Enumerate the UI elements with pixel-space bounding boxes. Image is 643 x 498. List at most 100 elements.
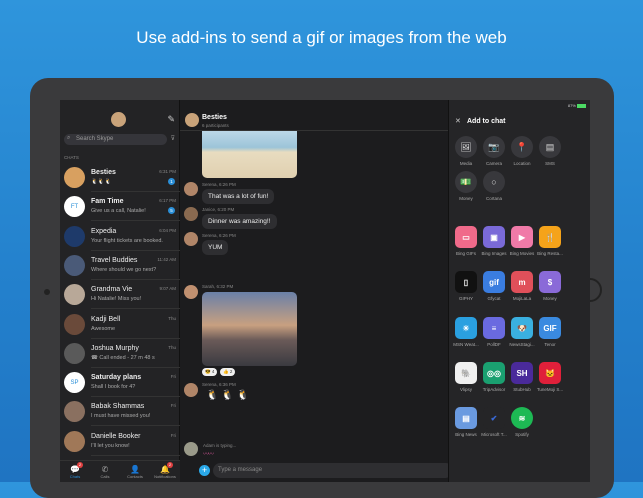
- chat-preview: Hi Natalie! Miss you!: [91, 296, 142, 303]
- message-meta: Serena, 6:26 PM: [202, 233, 236, 238]
- app-logo-icon: ☀: [462, 323, 470, 333]
- action-media[interactable]: 🖼: [455, 136, 477, 158]
- chat-list-item[interactable]: Travel Buddies Where should we go next? …: [60, 251, 180, 280]
- profile-avatar[interactable]: [111, 112, 126, 127]
- app-label: Bing Resta...: [537, 251, 563, 256]
- chat-list-item[interactable]: Grandma Vie Hi Natalie! Miss you! 9:07 A…: [60, 280, 180, 310]
- chat-list-item[interactable]: SP Saturday plans Shall I book for 4? Fr…: [60, 368, 180, 398]
- app-label: Microsoft T...: [481, 432, 507, 437]
- chat-avatar: [64, 225, 85, 247]
- conversation: Besties 6 participants Serena, 6:26 PM T…: [180, 100, 453, 482]
- tab-chats[interactable]: 💬 Chats 2: [60, 461, 90, 482]
- typing-indicator: Adam is typing...: [203, 443, 237, 448]
- app-8[interactable]: ☀: [455, 317, 477, 339]
- chat-avatar: [64, 401, 85, 423]
- app-5[interactable]: gif: [483, 271, 505, 293]
- chat-list-item[interactable]: Kadji Bell Awesome Thu: [60, 310, 180, 339]
- action-cortana[interactable]: ○: [483, 171, 505, 193]
- tab-badge: 2: [167, 462, 173, 468]
- app-12[interactable]: 🐘: [455, 362, 477, 384]
- chat-list-item[interactable]: FT Fam Time Give us a call, Natalie! 6:1…: [60, 192, 180, 222]
- janice-avatar: [184, 207, 198, 221]
- chat-name: Besties: [91, 169, 116, 176]
- reaction-chip[interactable]: 😎 4: [202, 368, 218, 376]
- chat-name: Fam Time: [91, 198, 124, 206]
- reaction-chip[interactable]: 👍 2: [220, 368, 236, 376]
- city-sunset-photo[interactable]: [202, 292, 297, 366]
- message-bubble[interactable]: That was a lot of fun!: [202, 189, 275, 204]
- app-logo-icon: ≋: [518, 413, 526, 423]
- app-logo-icon: ▤: [462, 413, 470, 423]
- app-17[interactable]: ✔: [483, 407, 505, 429]
- app-9[interactable]: ≡: [483, 317, 505, 339]
- app-2[interactable]: ▶: [511, 226, 533, 248]
- app-4[interactable]: ▯: [455, 271, 477, 293]
- app-16[interactable]: ▤: [455, 407, 477, 429]
- message-bubble[interactable]: YUM: [202, 240, 229, 255]
- chat-list-item[interactable]: Expedia Your flight tickets are booked. …: [60, 222, 180, 251]
- action-camera[interactable]: 📷: [483, 136, 505, 158]
- chat-time: 11:42 AM: [157, 256, 176, 262]
- chat-time: 6:31 PM: [159, 169, 176, 174]
- search-input[interactable]: Search Skype: [64, 134, 167, 145]
- app-11[interactable]: GIF: [539, 317, 561, 339]
- chat-title[interactable]: Besties: [202, 114, 227, 121]
- chat-preview: 🐧🐧🐧: [91, 179, 112, 185]
- action-money[interactable]: 💵: [455, 171, 477, 193]
- app-18[interactable]: ≋: [511, 407, 533, 429]
- message-meta: Serena, 6:36 PM: [202, 382, 236, 387]
- app-label: Bing Images: [481, 251, 507, 256]
- app-1[interactable]: ▣: [483, 226, 505, 248]
- app-14[interactable]: SH: [511, 362, 533, 384]
- group-avatar: [185, 113, 199, 127]
- sms-icon: ▤: [545, 141, 555, 152]
- tab-notifications[interactable]: 🔔 Notifications 2: [150, 461, 180, 482]
- chat-avatar: [64, 284, 85, 306]
- action-sms[interactable]: ▤: [539, 136, 561, 158]
- app-logo-icon: 🐶: [517, 323, 527, 333]
- app-10[interactable]: 🐶: [511, 317, 533, 339]
- chat-list-item[interactable]: Joshua Murphy ☎ Call ended - 27 m 48 s T…: [60, 339, 180, 368]
- app-7[interactable]: $: [539, 271, 561, 293]
- app-3[interactable]: 🍴: [539, 226, 561, 248]
- sarah-avatar: [184, 285, 198, 299]
- divider: [91, 454, 180, 456]
- chat-list-item[interactable]: Danielle Booker I'll let you know! Fri: [60, 427, 180, 456]
- notifications-icon: 🔔: [160, 465, 170, 474]
- message-bubble[interactable]: Dinner was amazing!!: [202, 214, 277, 229]
- add-to-chat-panel: 87% ✕ Add to chat 🖼 Media 📷 Camera 📍 Locat…: [448, 100, 590, 482]
- chat-name: Travel Buddies: [91, 256, 138, 264]
- compose-icon[interactable]: ✎: [167, 114, 175, 125]
- chat-preview: Awesome: [91, 325, 116, 332]
- chat-name: Babak Shammas: [91, 403, 145, 411]
- app-0[interactable]: ▭: [455, 226, 477, 248]
- app-label: PollDF: [487, 342, 501, 347]
- beach-photo[interactable]: [202, 131, 297, 178]
- app-13[interactable]: ◎◎: [483, 362, 505, 384]
- app-logo-icon: 🐘: [461, 368, 471, 378]
- action-label: Camera: [485, 161, 502, 166]
- message-input[interactable]: Type a message: [213, 463, 453, 478]
- chat-preview: Give us a call, Natalie!: [91, 208, 146, 215]
- app-6[interactable]: m: [511, 271, 533, 293]
- chat-list-item[interactable]: Babak Shammas I must have missed you! Fr…: [60, 397, 180, 427]
- camera-icon: 📷: [488, 141, 500, 152]
- tab-contacts[interactable]: 👤 Contacts: [120, 461, 150, 482]
- tab-calls[interactable]: ✆ Calls: [90, 461, 120, 482]
- chat-avatar: FT: [64, 196, 85, 218]
- sidebar: ✎ Search Skype ⌕ ⊽ CHATS Besties 🐧🐧🐧 6:3…: [60, 100, 180, 482]
- app-15[interactable]: 🐱: [539, 362, 561, 384]
- message-meta: Janice, 6:20 PM: [202, 207, 235, 212]
- chat-list-item[interactable]: Besties 🐧🐧🐧 6:31 PM 1: [60, 163, 180, 192]
- filter-icon[interactable]: ⊽: [171, 135, 175, 142]
- penguin-stickers[interactable]: 🐧 🐧 🐧: [206, 390, 249, 401]
- action-location[interactable]: 📍: [511, 136, 533, 158]
- chat-name: Joshua Murphy: [91, 344, 139, 352]
- app-logo-icon: m: [518, 277, 526, 287]
- add-button[interactable]: +: [199, 465, 210, 476]
- typing-wave-icon: 〰〰: [203, 452, 214, 458]
- close-icon[interactable]: ✕: [455, 117, 461, 125]
- unread-badge: 5: [168, 207, 175, 215]
- chat-preview: I'll let you know!: [91, 442, 130, 449]
- skype-screen: ✎ Search Skype ⌕ ⊽ CHATS Besties 🐧🐧🐧 6:3…: [60, 100, 590, 482]
